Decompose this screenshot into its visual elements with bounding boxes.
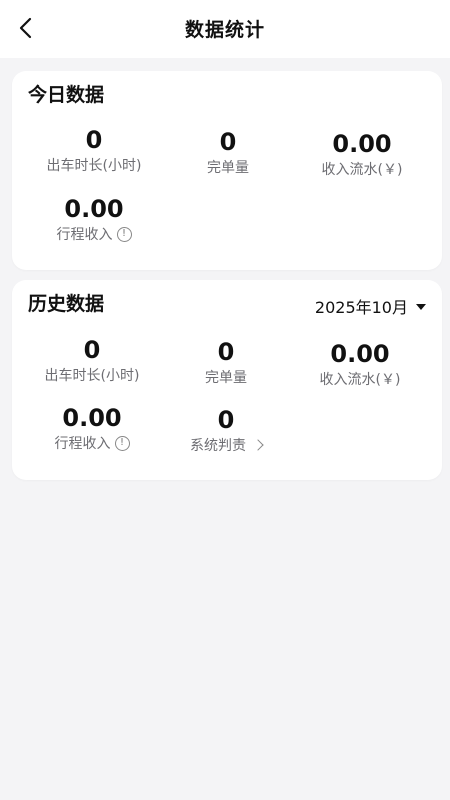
history-drive-hours-label: 出车时长(小时)	[44, 368, 140, 384]
history-completed-orders-label: 完单量	[205, 370, 247, 386]
history-drive-hours: 0 出车时长(小时)	[22, 336, 162, 385]
today-trip-income-value: 0.00	[64, 195, 124, 223]
history-system-liability-value: 0	[217, 406, 235, 434]
history-trip-income-label-wrap: 行程收入 !	[55, 433, 130, 453]
history-card-title: 历史数据	[28, 293, 105, 315]
history-system-liability: 0 系统判责	[156, 406, 296, 455]
month-selector[interactable]: 2025年10月	[315, 294, 426, 318]
today-completed-orders-label: 完单量	[207, 160, 249, 176]
month-selector-value: 2025年10月	[314, 298, 408, 317]
history-completed-orders-value: 0	[217, 338, 235, 366]
today-drive-hours-label: 出车时长(小时)	[46, 158, 142, 174]
header: 数据统计	[0, 0, 450, 58]
today-income-flow-value: 0.00	[332, 130, 392, 158]
history-completed-orders: 0 完单量	[156, 338, 296, 387]
history-data-card: 历史数据 2025年10月 0 出车时长(小时) 0 完单量 0.00 收入流水…	[12, 280, 442, 480]
today-trip-income: 0.00 行程收入 !	[24, 195, 164, 244]
history-trip-income-label: 行程收入	[54, 436, 111, 452]
history-trip-income-value: 0.00	[62, 404, 122, 432]
history-income-flow-value: 0.00	[330, 340, 390, 368]
today-trip-income-label-wrap: 行程收入 !	[57, 224, 132, 244]
page-title: 数据统计	[184, 19, 265, 41]
today-income-flow: 0.00 收入流水(￥)	[292, 130, 432, 179]
history-drive-hours-value: 0	[83, 336, 101, 364]
today-card-title: 今日数据	[28, 84, 105, 106]
today-data-card: 今日数据 0 出车时长(小时) 0 完单量 0.00 收入流水(￥) 0.00 …	[12, 71, 442, 270]
info-icon[interactable]: !	[116, 226, 132, 242]
today-completed-orders: 0 完单量	[158, 128, 298, 177]
caret-down-icon	[416, 304, 426, 310]
history-income-flow: 0.00 收入流水(￥)	[290, 340, 430, 389]
today-income-flow-label: 收入流水(￥)	[321, 162, 403, 178]
info-icon[interactable]: !	[114, 435, 130, 451]
today-trip-income-label: 行程收入	[56, 227, 113, 243]
today-drive-hours: 0 出车时长(小时)	[24, 126, 164, 175]
today-completed-orders-value: 0	[219, 128, 237, 156]
system-liability-link[interactable]: 系统判责	[190, 435, 264, 455]
today-drive-hours-value: 0	[85, 126, 103, 154]
history-system-liability-label: 系统判责	[190, 438, 246, 454]
history-income-flow-label: 收入流水(￥)	[319, 372, 401, 388]
history-trip-income: 0.00 行程收入 !	[22, 404, 162, 453]
chevron-right-icon	[252, 439, 264, 451]
